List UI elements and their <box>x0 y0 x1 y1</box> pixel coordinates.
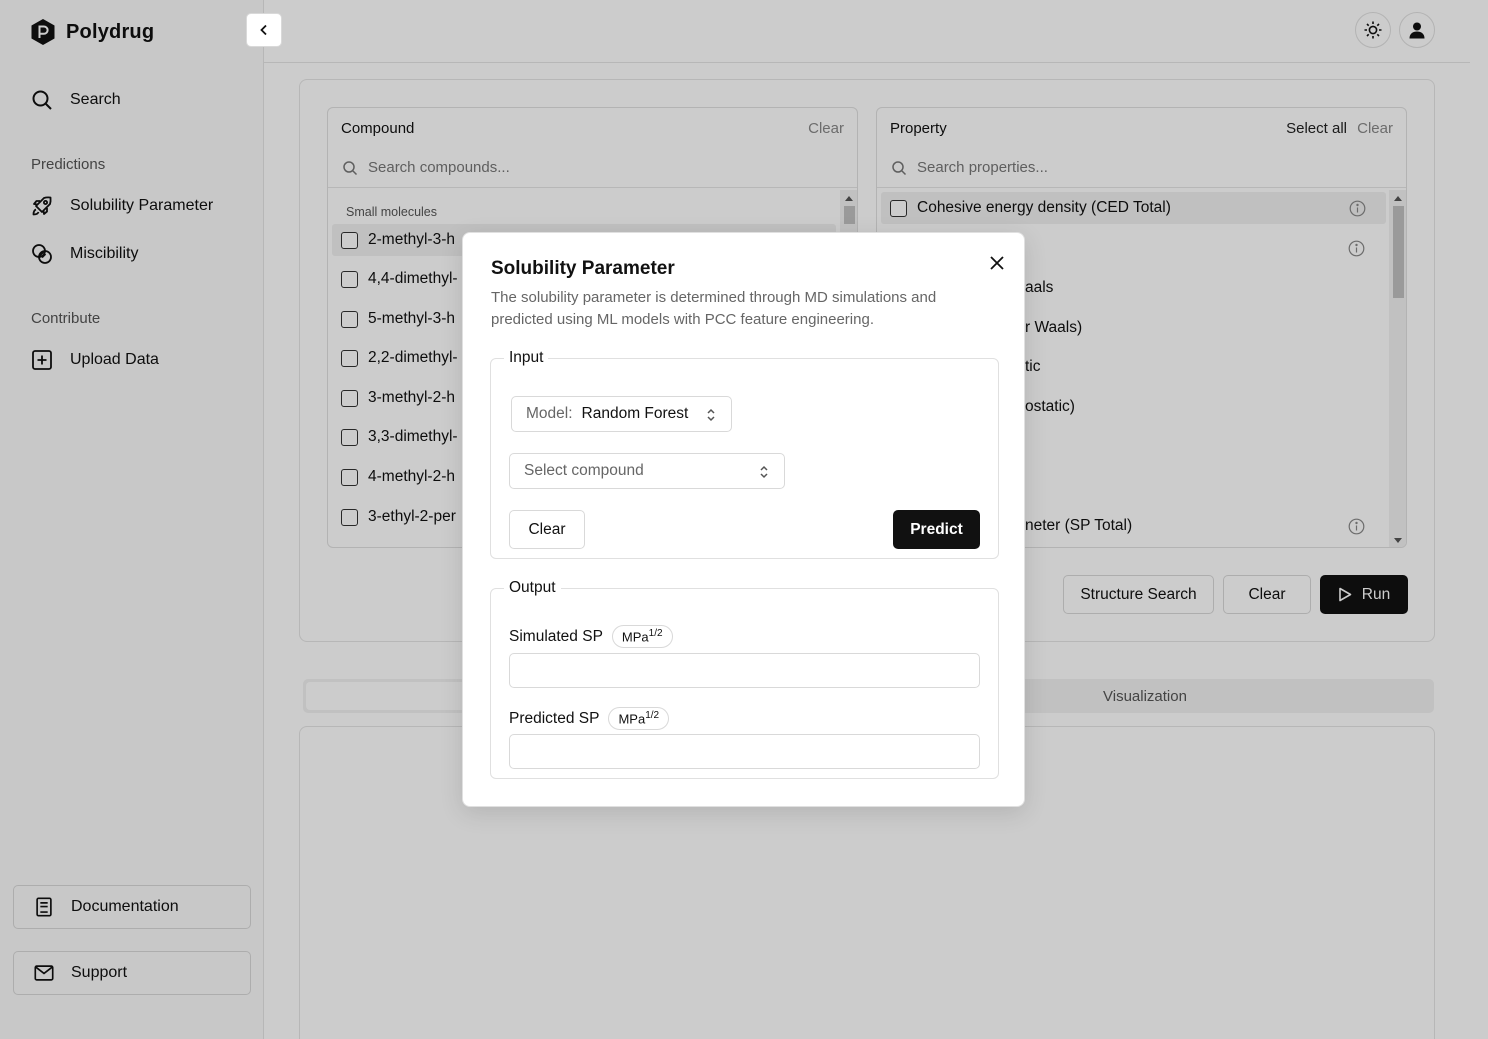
predicted-sp-output[interactable] <box>509 734 980 769</box>
dialog-title: Solubility Parameter <box>491 258 675 279</box>
output-section: Output Simulated SP MPa1/2 Predicted SP … <box>490 579 999 779</box>
compound-select[interactable]: Select compound <box>509 453 785 489</box>
model-prefix: Model: <box>526 405 573 422</box>
solubility-parameter-dialog: Solubility Parameter The solubility para… <box>462 232 1025 807</box>
simulated-sp-label: Simulated SP MPa1/2 <box>509 625 673 649</box>
compound-select-placeholder: Select compound <box>524 462 644 479</box>
dialog-description: The solubility parameter is determined t… <box>491 289 937 328</box>
unit-base: MPa <box>621 629 649 645</box>
unit-base: MPa <box>618 711 646 727</box>
predicted-sp-text: Predicted SP <box>509 709 600 727</box>
predicted-sp-label: Predicted SP MPa1/2 <box>509 707 670 731</box>
unit-badge: MPa1/2 <box>611 625 673 649</box>
output-legend: Output <box>509 579 556 596</box>
collapse-sidebar-button[interactable] <box>246 13 282 47</box>
dialog-clear-button[interactable]: Clear <box>509 510 585 549</box>
close-button[interactable] <box>985 251 1009 275</box>
input-legend: Input <box>509 349 544 366</box>
simulated-sp-output[interactable] <box>509 653 980 688</box>
unit-badge: MPa1/2 <box>608 707 670 731</box>
chevron-up-down-icon <box>707 408 715 422</box>
predict-button[interactable]: Predict <box>893 510 980 549</box>
simulated-sp-text: Simulated SP <box>509 627 603 645</box>
input-section: Input Model: Random Forest Select compou… <box>490 349 999 559</box>
chevron-up-down-icon <box>760 465 768 479</box>
close-icon <box>990 256 1004 270</box>
unit-exponent: 1/2 <box>645 710 660 721</box>
unit-exponent: 1/2 <box>648 628 663 639</box>
model-value: Random Forest <box>581 405 689 422</box>
model-select[interactable]: Model: Random Forest <box>511 396 732 432</box>
chevron-left-icon <box>260 24 267 36</box>
